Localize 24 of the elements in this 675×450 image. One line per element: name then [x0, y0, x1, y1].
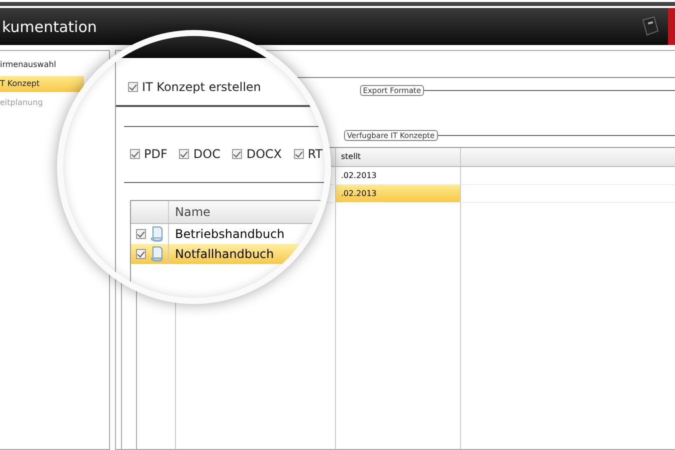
checkbox[interactable]	[232, 149, 242, 159]
document-icon	[150, 226, 164, 242]
table-cell-text: Notfallhandbuch	[174, 247, 274, 261]
table-cell-text: Betriebshandbuch	[174, 227, 284, 241]
checkbox[interactable]	[294, 149, 304, 159]
checkbox[interactable]	[136, 249, 146, 259]
table-cell: .02.2013	[336, 185, 461, 203]
sidebar-item[interactable]: irmenauswahl	[0, 57, 60, 73]
book-icon	[640, 16, 660, 38]
checkbox[interactable]	[130, 149, 140, 159]
checkbox[interactable]	[179, 149, 190, 159]
checkbox-label: RT	[308, 147, 323, 161]
checkbox[interactable]	[128, 82, 138, 92]
column-header[interactable]: Name	[169, 205, 210, 219]
checkbox-label: PDF	[144, 147, 168, 161]
checkbox-label: IT Konzept erstellen	[142, 80, 262, 94]
checkbox[interactable]	[136, 229, 146, 239]
document-icon	[150, 246, 164, 262]
column-header[interactable]: stellt	[336, 148, 461, 166]
window-title: kumentation	[2, 18, 98, 36]
checkbox-label: DOC	[193, 147, 220, 161]
accent-strip	[668, 8, 675, 45]
sidebar-item[interactable]: T Konzept	[0, 76, 84, 92]
checkbox-label: DOCX	[246, 147, 282, 161]
